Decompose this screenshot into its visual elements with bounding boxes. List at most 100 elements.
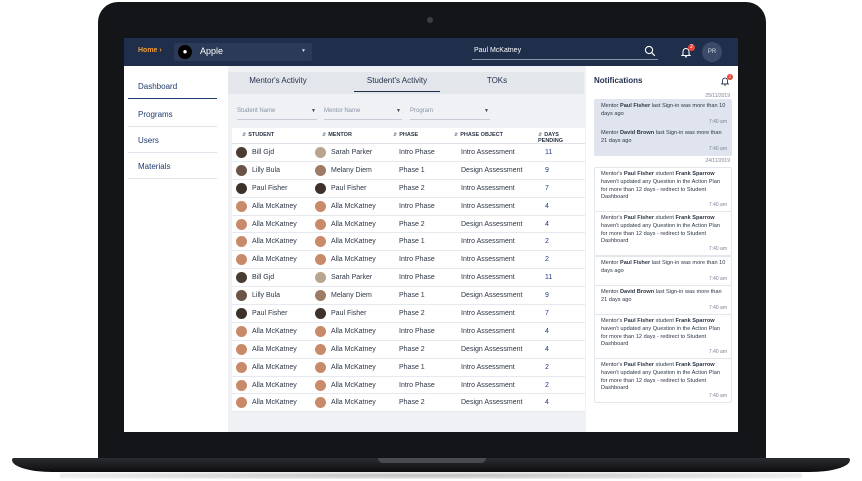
table-row[interactable]: Paul Fisher Paul Fisher Phase 2 Intro Asses… (232, 305, 585, 323)
mentor-name[interactable]: Alla McKatney (331, 328, 376, 335)
phase-cell: Phase 1 (399, 238, 425, 246)
mentor-name[interactable]: Sarah Parker (331, 274, 372, 281)
mentor-avatar (315, 397, 326, 409)
mentor-name[interactable]: Alla McKatney (331, 221, 376, 228)
notification-card[interactable]: Mentor's Paul Fisher student Frank Sparr… (594, 314, 732, 360)
col-student[interactable]: ⇵ STUDENT (242, 132, 274, 138)
mentor-name[interactable]: Melany Diem (331, 167, 372, 174)
sidebar-item-users[interactable]: Users (128, 128, 217, 153)
student-avatar (236, 254, 247, 266)
search-input[interactable]: Paul McKatney (472, 44, 658, 60)
table-row[interactable]: Alla McKatney Alla McKatney Phase 2 Design … (232, 341, 585, 359)
phase-cell: Intro Phase (399, 202, 435, 210)
mentor-name[interactable]: Alla McKatney (331, 399, 376, 406)
mentor-avatar (315, 200, 326, 212)
mentor-name[interactable]: Alla McKatney (331, 382, 376, 389)
notification-card[interactable]: Mentor David Brown last Sign-in was more… (594, 126, 732, 156)
mentor-name[interactable]: Paul Fisher (331, 185, 366, 192)
table-row[interactable]: Alla McKatney Alla McKatney Intro Phase Int… (232, 198, 585, 216)
student-name[interactable]: Alla McKatney (252, 238, 297, 245)
table-row[interactable]: Alla McKatney Alla McKatney Phase 2 Design … (232, 394, 585, 413)
student-avatar (236, 379, 247, 391)
days-pending-cell: 4 (545, 399, 549, 407)
notification-card[interactable]: Mentor David Brown last Sign-in was more… (594, 285, 732, 315)
notification-card[interactable]: Mentor Paul Fisher last Sign-in was more… (594, 99, 732, 129)
table-row[interactable]: Lilly Bula Melany Diem Phase 1 Design Asses… (232, 287, 585, 306)
days-pending-cell: 11 (545, 149, 553, 156)
sidebar-item-dashboard[interactable]: Dashboard (128, 74, 217, 99)
mentor-avatar (315, 308, 326, 320)
sidebar-item-programs[interactable]: Programs (128, 102, 217, 127)
laptop-notch (378, 458, 486, 463)
days-pending-cell: 2 (545, 238, 549, 246)
sidebar: Dashboard Programs Users Materials (124, 66, 228, 432)
student-name[interactable]: Bill Gjd (252, 274, 274, 281)
student-avatar (236, 218, 247, 230)
phase-object-cell: Design Assessment (461, 292, 523, 300)
table-row[interactable]: Alla McKatney Alla McKatney Phase 1 Intro A… (232, 233, 585, 252)
table-row[interactable]: Alla McKatney Alla McKatney Phase 1 Intro A… (232, 359, 585, 377)
col-phase-object[interactable]: ⇵ PHASE OBJECT (454, 132, 503, 138)
table-row[interactable]: Alla McKatney Alla McKatney Intro Phase Int… (232, 251, 585, 270)
phase-cell: Intro Phase (399, 381, 435, 389)
student-name[interactable]: Lilly Bula (252, 167, 280, 174)
notification-card[interactable]: Mentor's Paul Fisher student Frank Sparr… (594, 167, 732, 213)
notification-count-badge: 2 (688, 44, 695, 51)
student-name-filter[interactable]: Student Name ▼ (237, 108, 317, 120)
app-selector[interactable]: ● Apple ▼ (174, 43, 312, 61)
student-name[interactable]: Alla McKatney (252, 346, 297, 353)
table-row[interactable]: Alla McKatney Alla McKatney Intro Phase Int… (232, 377, 585, 395)
mentor-name[interactable]: Alla McKatney (331, 364, 376, 371)
notification-time: 7:40 am (708, 275, 727, 282)
home-breadcrumb[interactable]: Home › (138, 47, 162, 54)
mentor-name[interactable]: Melany Diem (331, 292, 372, 299)
mentor-name[interactable]: Alla McKatney (331, 238, 376, 245)
notification-time: 7:40 am (708, 202, 727, 209)
col-phase[interactable]: ⇵ PHASE (393, 132, 418, 138)
mentor-name[interactable]: Paul Fisher (331, 310, 366, 317)
mentor-name[interactable]: Sarah Parker (331, 149, 372, 156)
table-row[interactable]: Bill Gjd Sarah Parker Intro Phase Intro Ass… (232, 269, 585, 288)
table-row[interactable]: Paul Fisher Paul Fisher Phase 2 Intro Asses… (232, 180, 585, 198)
mentor-name[interactable]: Alla McKatney (331, 256, 376, 263)
mentor-name-filter[interactable]: Mentor Name ▼ (324, 108, 402, 120)
program-filter[interactable]: Program ▼ (410, 108, 490, 120)
notification-card[interactable]: Mentor Paul Fisher last Sign-in was more… (594, 256, 732, 286)
student-name[interactable]: Alla McKatney (252, 382, 297, 389)
mentor-name[interactable]: Alla McKatney (331, 346, 376, 353)
search-icon[interactable] (644, 45, 656, 57)
student-name[interactable]: Bill Gjd (252, 149, 274, 156)
sidebar-item-label: Dashboard (138, 82, 178, 91)
col-days-pending[interactable]: ⇵ DAYS PENDING (538, 132, 585, 144)
notification-text: Mentor David Brown last Sign-in was more… (601, 289, 722, 303)
student-name[interactable]: Alla McKatney (252, 221, 297, 228)
student-name[interactable]: Alla McKatney (252, 256, 297, 263)
table-row[interactable]: Bill Gjd Sarah Parker Intro Phase Intro Ass… (232, 144, 585, 162)
filter-placeholder: Mentor Name (324, 108, 361, 114)
student-name[interactable]: Alla McKatney (252, 203, 297, 210)
sort-icon: ⇵ (242, 132, 247, 138)
notification-card[interactable]: Mentor's Paul Fisher student Frank Sparr… (594, 358, 732, 404)
table-row[interactable]: Alla McKatney Alla McKatney Intro Phase Int… (232, 323, 585, 341)
phase-object-cell: Intro Assessment (461, 238, 515, 246)
student-name[interactable]: Alla McKatney (252, 399, 297, 406)
student-name[interactable]: Lilly Bula (252, 292, 280, 299)
student-avatar (236, 343, 247, 355)
student-name[interactable]: Alla McKatney (252, 328, 297, 335)
notification-card[interactable]: Mentor's Paul Fisher student Frank Sparr… (594, 211, 732, 257)
mentor-name[interactable]: Alla McKatney (331, 203, 376, 210)
user-avatar[interactable]: PR (702, 42, 722, 62)
table-row[interactable]: Lilly Bula Melany Diem Phase 1 Design Asses… (232, 162, 585, 180)
student-name[interactable]: Paul Fisher (252, 185, 287, 192)
student-name[interactable]: Alla McKatney (252, 364, 297, 371)
table-row[interactable]: Alla McKatney Alla McKatney Phase 2 Design … (232, 216, 585, 234)
col-mentor[interactable]: ⇵ MENTOR (322, 132, 352, 138)
camera-dot (427, 17, 433, 23)
student-avatar (236, 272, 247, 284)
tab-students-activity[interactable]: Student's Activity (354, 76, 440, 92)
tab-mentors-activity[interactable]: Mentor's Activity (238, 76, 318, 92)
tab-toks[interactable]: TOKs (474, 76, 520, 92)
days-pending-cell: 2 (545, 381, 549, 389)
student-name[interactable]: Paul Fisher (252, 310, 287, 317)
sidebar-item-materials[interactable]: Materials (128, 154, 217, 179)
